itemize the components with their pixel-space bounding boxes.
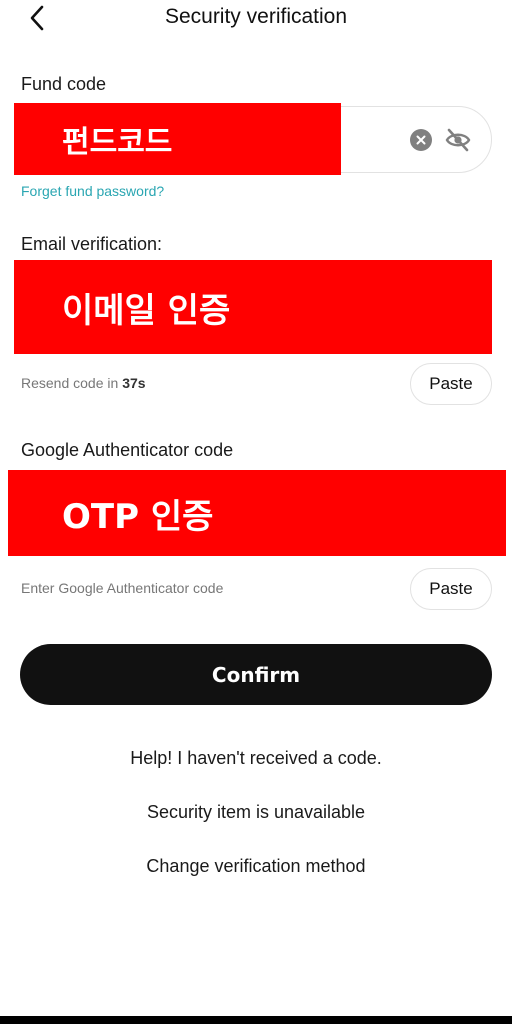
resend-seconds: 37s — [122, 375, 146, 391]
fund-code-label: Fund code — [21, 74, 107, 94]
google-auth-paste-button[interactable]: Paste — [410, 568, 492, 610]
forgot-fund-password-link[interactable]: Forget fund password? — [21, 183, 164, 199]
change-verification-method-link[interactable]: Change verification method — [0, 856, 512, 877]
eye-off-icon[interactable] — [444, 127, 472, 153]
email-verification-label: Email verification: — [21, 234, 163, 254]
security-item-unavailable-link[interactable]: Security item is unavailable — [0, 802, 512, 823]
resend-code-timer: Resend code in 37s — [21, 375, 146, 391]
no-code-help-link[interactable]: Help! I haven't received a code. — [0, 748, 512, 769]
clear-icon[interactable] — [410, 129, 432, 151]
confirm-button[interactable]: Confirm — [20, 644, 492, 705]
page-title: Security verification — [164, 5, 348, 28]
email-code-redaction: 이메일 인증 — [14, 260, 492, 354]
fund-code-redaction: 펀드코드 — [14, 103, 341, 175]
header: Security verification — [0, 0, 512, 36]
google-authenticator-label: Google Authenticator code — [21, 440, 234, 460]
email-paste-button[interactable]: Paste — [410, 363, 492, 405]
google-auth-redaction: OTP 인증 — [8, 470, 506, 556]
bottom-bar — [0, 1016, 512, 1024]
google-auth-hint: Enter Google Authenticator code — [21, 580, 224, 596]
